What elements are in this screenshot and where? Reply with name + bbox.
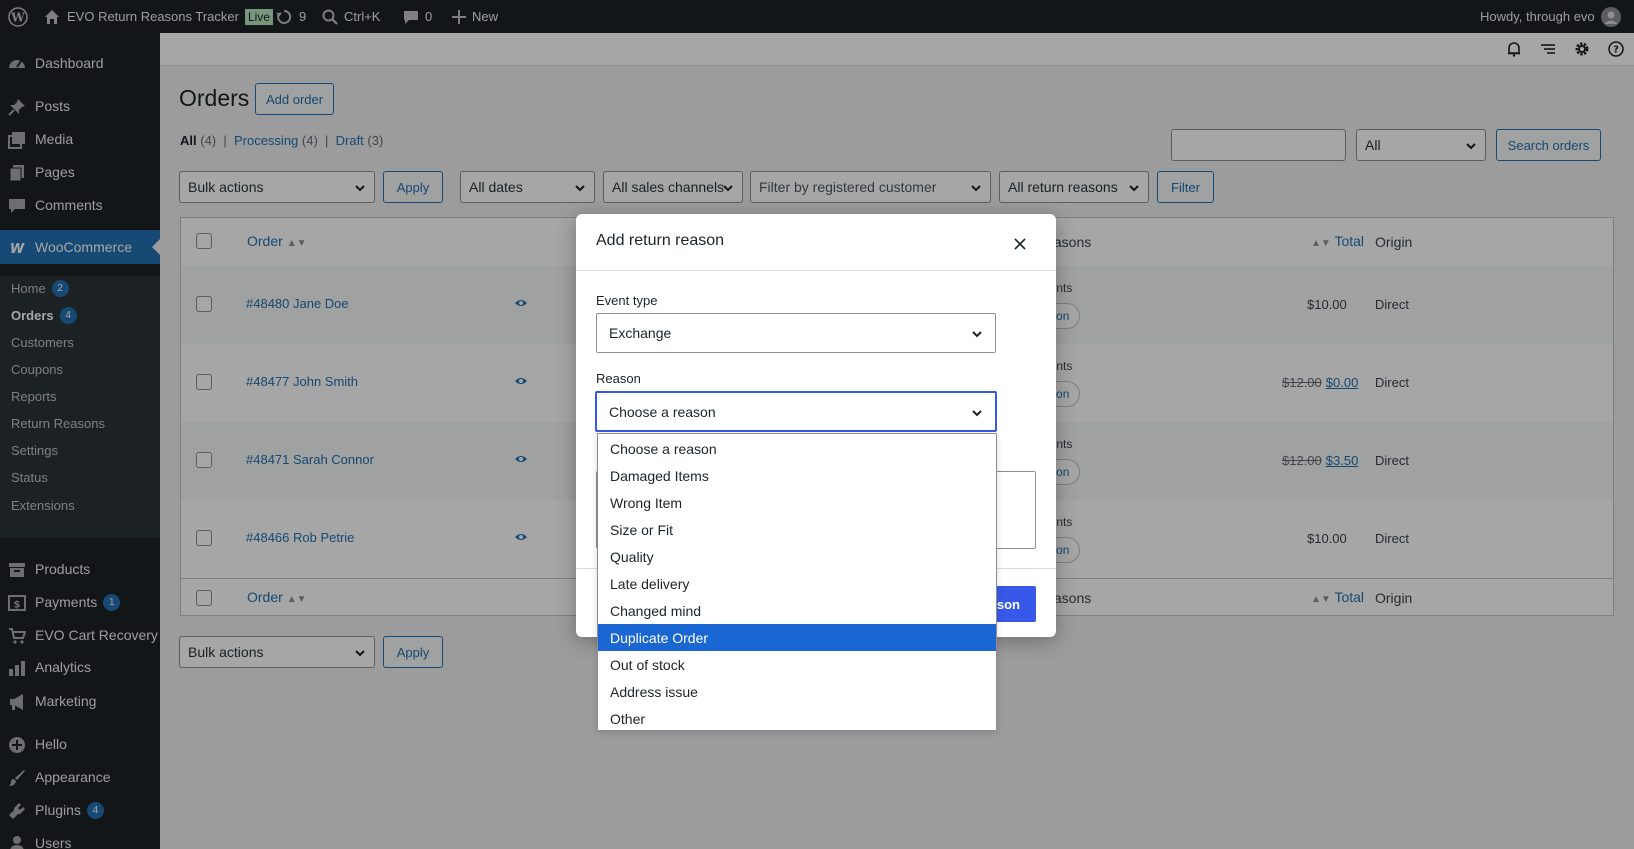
modal-title: Add return reason [596,232,725,249]
reason-option[interactable]: Changed mind [598,597,996,624]
reason-label: Reason [596,371,641,386]
reason-option[interactable]: Out of stock [598,651,996,678]
reason-option[interactable]: Wrong Item [598,489,996,516]
event-type-label: Event type [596,293,658,308]
reason-option[interactable]: Address issue [598,678,996,705]
reason-option-highlighted[interactable]: Duplicate Order [598,624,996,651]
reason-dropdown-list: Choose a reason Damaged Items Wrong Item… [597,433,997,731]
reason-option[interactable]: Size or Fit [598,516,996,543]
modal-header: Add return reason [576,214,1056,271]
close-icon[interactable] [1014,238,1026,250]
event-type-select[interactable]: Exchange [596,313,996,353]
reason-option[interactable]: Late delivery [598,570,996,597]
chevron-down-icon [972,331,982,338]
reason-option[interactable]: Choose a reason [598,435,996,462]
reason-option[interactable]: Other [598,705,996,732]
reason-option[interactable]: Damaged Items [598,462,996,489]
reason-select[interactable]: Choose a reason [595,391,997,432]
chevron-down-icon [972,410,982,417]
reason-option[interactable]: Quality [598,543,996,570]
